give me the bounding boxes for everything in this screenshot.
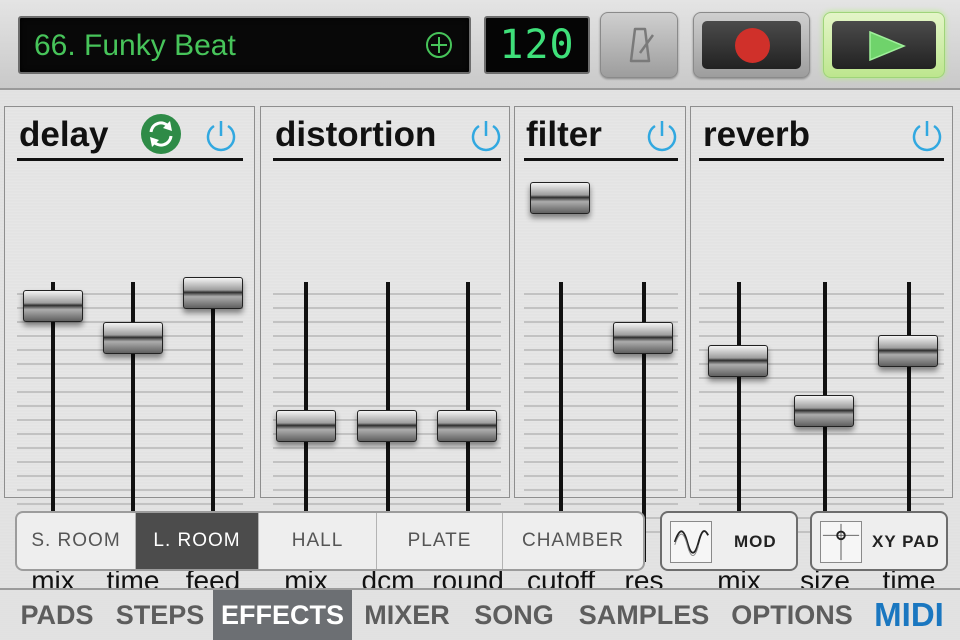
- nav-tab-pads[interactable]: PADS: [8, 590, 106, 640]
- filter-title: filter: [526, 115, 602, 154]
- sine-wave-icon: [670, 521, 712, 563]
- nav-tab-options[interactable]: OPTIONS: [722, 590, 862, 640]
- filter-res-fader[interactable]: [613, 322, 673, 354]
- reverb-panel: reverb mix size time: [690, 106, 953, 596]
- nav-tab-mixer[interactable]: MIXER: [355, 590, 459, 640]
- distortion-panel: distortion mix dcm round: [260, 106, 510, 596]
- add-song-icon[interactable]: [424, 30, 454, 60]
- bpm-value: 120: [499, 22, 575, 68]
- record-button[interactable]: [693, 12, 810, 78]
- reverb-title: reverb: [703, 115, 811, 154]
- top-bar: 66. Funky Beat 120: [0, 0, 960, 90]
- reverb-type-small-room[interactable]: S. ROOM: [17, 513, 136, 569]
- play-button[interactable]: [823, 12, 945, 78]
- xy-pad-icon: [820, 521, 862, 563]
- distortion-mix-fader[interactable]: [276, 409, 336, 442]
- distortion-dcm-fader[interactable]: [357, 409, 417, 442]
- record-icon: [735, 28, 770, 63]
- nav-tab-song[interactable]: SONG: [462, 590, 566, 640]
- distortion-title: distortion: [275, 115, 437, 154]
- nav-tab-effects[interactable]: EFFECTS: [213, 590, 352, 640]
- bpm-display[interactable]: 120: [484, 16, 590, 74]
- delay-mix-fader[interactable]: [23, 289, 83, 322]
- bottom-nav: PADS STEPS EFFECTS MIXER SONG SAMPLES OP…: [0, 588, 960, 640]
- song-selector[interactable]: 66. Funky Beat: [18, 16, 471, 74]
- play-icon: [869, 31, 906, 61]
- filter-cutoff-fader[interactable]: [530, 182, 590, 214]
- reverb-time-fader[interactable]: [878, 334, 938, 367]
- metronome-button[interactable]: [600, 12, 678, 78]
- xy-pad-button[interactable]: XY PAD: [810, 511, 948, 571]
- mod-button[interactable]: MOD: [660, 511, 798, 571]
- delay-feed-fader[interactable]: [183, 277, 243, 309]
- nav-tab-steps[interactable]: STEPS: [108, 590, 212, 640]
- sync-icon[interactable]: [139, 112, 183, 156]
- filter-power-icon[interactable]: [644, 118, 680, 154]
- reverb-type-chamber[interactable]: CHAMBER: [503, 513, 643, 569]
- delay-power-icon[interactable]: [203, 118, 239, 154]
- filter-panel: filter cutoff res: [514, 106, 686, 596]
- reverb-power-icon[interactable]: [909, 118, 945, 154]
- reverb-type-large-room[interactable]: L. ROOM: [136, 513, 259, 569]
- distortion-power-icon[interactable]: [468, 118, 504, 154]
- nav-tab-midi[interactable]: MIDI: [864, 590, 954, 640]
- reverb-size-fader[interactable]: [794, 394, 854, 427]
- delay-time-fader[interactable]: [103, 322, 163, 354]
- metronome-icon: [629, 27, 655, 63]
- reverb-type-plate[interactable]: PLATE: [377, 513, 503, 569]
- reverb-type-hall[interactable]: HALL: [259, 513, 377, 569]
- song-name: 66. Funky Beat: [34, 29, 236, 62]
- mod-label: MOD: [734, 532, 777, 551]
- nav-tab-samples[interactable]: SAMPLES: [572, 590, 716, 640]
- distortion-round-fader[interactable]: [437, 409, 497, 442]
- reverb-type-selector: S. ROOM L. ROOM HALL PLATE CHAMBER: [15, 511, 645, 571]
- xy-pad-label: XY PAD: [872, 532, 940, 551]
- reverb-mix-fader[interactable]: [708, 344, 768, 377]
- delay-title: delay: [19, 115, 109, 154]
- delay-panel: delay mix time feed: [4, 106, 255, 596]
